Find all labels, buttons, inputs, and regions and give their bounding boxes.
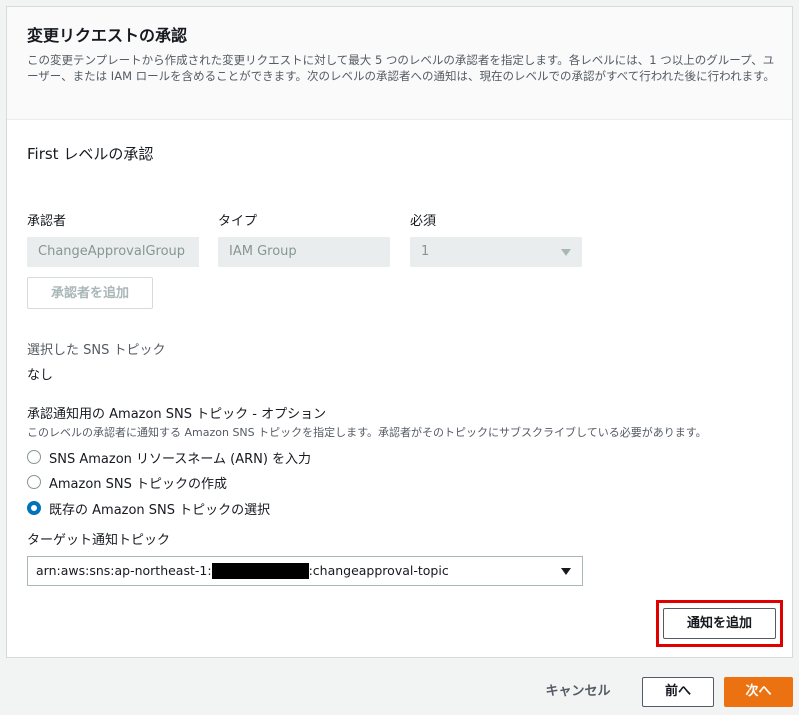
add-approver-button: 承認者を追加: [27, 277, 153, 309]
required-select: 1: [410, 237, 582, 267]
type-input: IAM Group: [218, 237, 390, 267]
cancel-button[interactable]: キャンセル: [535, 680, 621, 704]
sns-option-hint: このレベルの承認者に通知する Amazon SNS トピックを指定します。承認者…: [27, 426, 707, 439]
radio-create-topic[interactable]: Amazon SNS トピックの作成: [27, 472, 227, 492]
redacted-account-id: [211, 562, 309, 579]
add-notification-button[interactable]: 通知を追加: [663, 608, 776, 639]
target-arn-suffix: :changeapproval-topic: [308, 563, 449, 578]
previous-button[interactable]: 前へ: [642, 677, 714, 707]
radio-label: 既存の Amazon SNS トピックの選択: [49, 502, 271, 518]
radio-label: Amazon SNS トピックの作成: [49, 476, 228, 492]
type-label: タイプ: [218, 214, 258, 229]
page-title: 変更リクエストの承認: [27, 26, 188, 45]
approver-input: ChangeApprovalGroup: [27, 237, 199, 267]
target-topic-label: ターゲット通知トピック: [27, 533, 171, 548]
level-title: First レベルの承認: [27, 145, 154, 163]
required-label: 必須: [410, 214, 437, 229]
required-value: 1: [421, 244, 430, 259]
page-description: この変更テンプレートから作成された変更リクエストに対して最大 5 つのレベルの承…: [27, 53, 775, 83]
approval-panel: 変更リクエストの承認 この変更テンプレートから作成された変更リクエストに対して最…: [6, 6, 793, 658]
selected-sns-label: 選択した SNS トピック: [27, 343, 166, 358]
target-arn-prefix: arn:aws:sns:ap-northeast-1:: [36, 563, 212, 578]
caret-down-icon: [561, 249, 571, 256]
sns-option-label: 承認通知用の Amazon SNS トピック - オプション: [27, 407, 327, 422]
next-button[interactable]: 次へ: [724, 677, 793, 707]
approver-label: 承認者: [27, 214, 67, 229]
radio-selected-icon[interactable]: [27, 501, 41, 515]
selected-sns-value: なし: [27, 368, 54, 383]
radio-enter-arn[interactable]: SNS Amazon リソースネーム (ARN) を入力: [27, 447, 311, 467]
radio-icon[interactable]: [27, 475, 41, 489]
radio-label: SNS Amazon リソースネーム (ARN) を入力: [49, 451, 312, 467]
caret-down-icon: [561, 568, 571, 575]
radio-icon[interactable]: [27, 450, 41, 464]
radio-existing-topic[interactable]: 既存の Amazon SNS トピックの選択: [27, 498, 270, 518]
target-topic-select[interactable]: arn:aws:sns:ap-northeast-1: :changeapprov…: [27, 556, 583, 586]
panel-header: 変更リクエストの承認 この変更テンプレートから作成された変更リクエストに対して最…: [7, 7, 792, 120]
